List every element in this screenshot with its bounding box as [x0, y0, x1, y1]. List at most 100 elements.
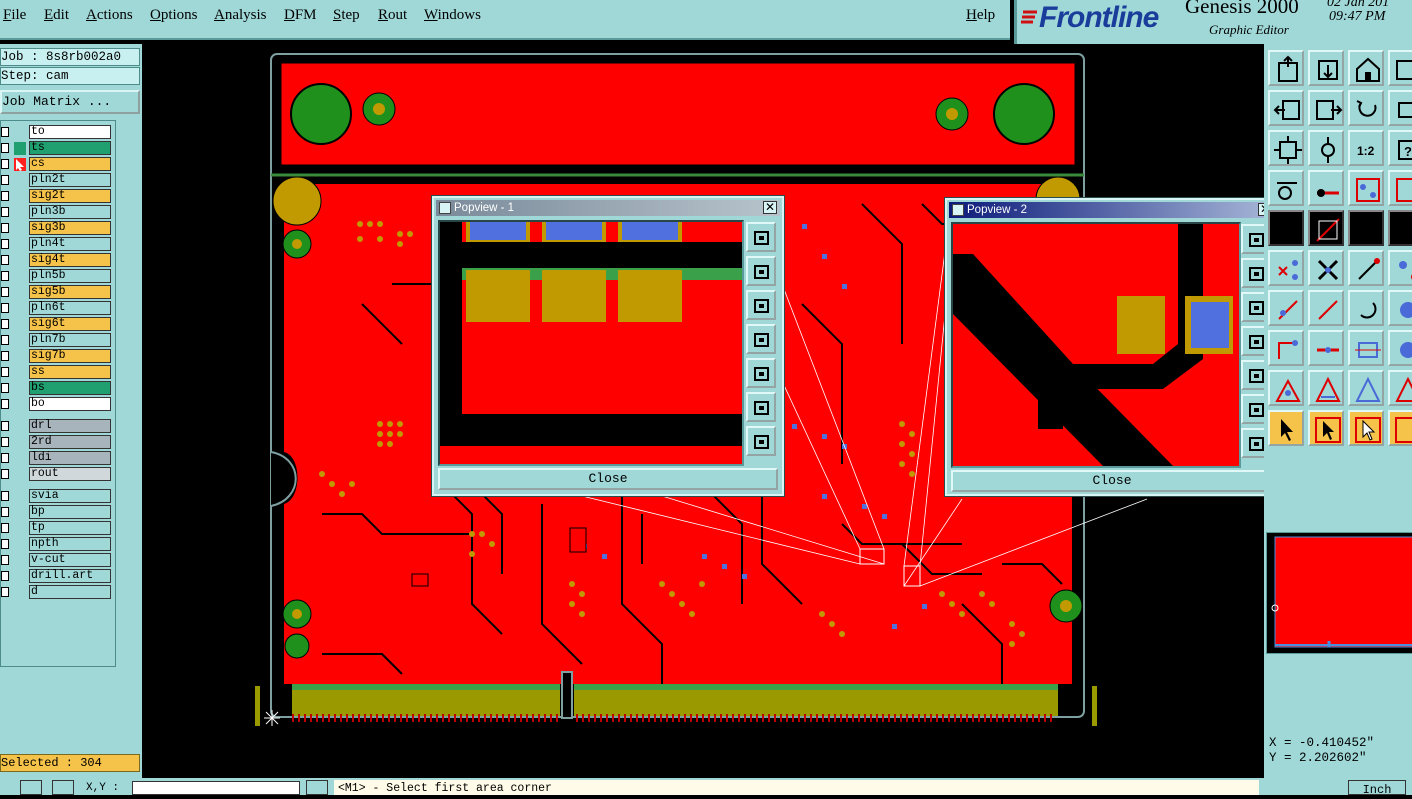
delete-icon[interactable]: [1308, 250, 1344, 286]
popview-2-view[interactable]: [951, 222, 1241, 468]
line-icon[interactable]: [1348, 250, 1384, 286]
popview-1-view[interactable]: [438, 220, 744, 466]
segment-icon[interactable]: [1308, 330, 1344, 366]
help-icon[interactable]: ?: [1388, 130, 1412, 166]
menu-help[interactable]: Help: [966, 7, 995, 24]
layer-name[interactable]: rout: [29, 467, 111, 481]
layer-checkbox[interactable]: [1, 587, 9, 597]
snap-icon[interactable]: [1268, 170, 1304, 206]
job-matrix-button[interactable]: Job Matrix ...: [0, 90, 140, 114]
layer-name[interactable]: sig6t: [29, 317, 111, 331]
trace-icon[interactable]: [1268, 290, 1304, 326]
select-icon[interactable]: [1268, 410, 1304, 446]
layer-checkbox[interactable]: [1, 207, 9, 217]
layer-checkbox[interactable]: [1, 507, 9, 517]
layer-checkbox[interactable]: [1, 351, 9, 361]
layer-name[interactable]: ts: [29, 141, 111, 155]
layer-name[interactable]: ss: [29, 365, 111, 379]
layer-row[interactable]: sig2t: [1, 189, 115, 204]
layer-name[interactable]: npth: [29, 537, 111, 551]
layer-name[interactable]: sig7b: [29, 349, 111, 363]
layer-name[interactable]: pln2t: [29, 173, 111, 187]
layer-checkbox[interactable]: [1, 539, 9, 549]
layer-row[interactable]: cs: [1, 157, 115, 172]
menu-options[interactable]: Options: [150, 7, 198, 24]
layer-name[interactable]: bs: [29, 381, 111, 395]
pad-icon[interactable]: [1388, 210, 1412, 246]
layer-name[interactable]: cs: [29, 157, 111, 171]
layer-checkbox[interactable]: [1, 523, 9, 533]
check-icon[interactable]: [20, 780, 42, 795]
layer-name[interactable]: d: [29, 585, 111, 599]
menu-actions[interactable]: Actions: [86, 7, 133, 24]
layer-checkbox[interactable]: [1, 271, 9, 281]
layer-name[interactable]: sig5b: [29, 285, 111, 299]
layer-checkbox[interactable]: [1, 287, 9, 297]
menu-dfm[interactable]: DFM: [284, 7, 317, 24]
layer-row[interactable]: drl: [1, 419, 115, 434]
triangle-icon[interactable]: [1348, 370, 1384, 406]
layer-checkbox[interactable]: [1, 367, 9, 377]
layer-checkbox[interactable]: [1, 303, 9, 313]
cross-icon[interactable]: [1268, 250, 1304, 286]
layer-checkbox[interactable]: [1, 255, 9, 265]
layer-checkbox[interactable]: [1, 335, 9, 345]
layer-row[interactable]: sig5b: [1, 285, 115, 300]
pan-right-icon[interactable]: [1308, 90, 1344, 126]
select-outline-icon[interactable]: [1348, 410, 1384, 446]
save-job-icon[interactable]: [1308, 50, 1344, 86]
layer-name[interactable]: svia: [29, 489, 111, 503]
layer-row[interactable]: rout: [1, 467, 115, 482]
undo-icon[interactable]: [1348, 90, 1384, 126]
close-icon[interactable]: ✕: [763, 201, 777, 214]
layer-row[interactable]: pln2t: [1, 173, 115, 188]
popview-2-titlebar[interactable]: Popview - 2 ✕: [949, 202, 1275, 218]
layer-row[interactable]: bo: [1, 397, 115, 412]
layer-name[interactable]: drl: [29, 419, 111, 433]
layer-row[interactable]: sig4t: [1, 253, 115, 268]
layer-row[interactable]: pln6t: [1, 301, 115, 316]
layer-checkbox[interactable]: [1, 421, 9, 431]
layer-name[interactable]: pln7b: [29, 333, 111, 347]
layer-checkbox[interactable]: [1, 143, 9, 153]
zoom-fit-icon[interactable]: [1268, 130, 1304, 166]
popview-2-close-button[interactable]: Close: [951, 470, 1273, 492]
layer-name[interactable]: bp: [29, 505, 111, 519]
zoom-out-icon[interactable]: [746, 426, 776, 456]
layer-checkbox[interactable]: [1, 159, 9, 169]
layer-row[interactable]: pln4t: [1, 237, 115, 252]
layer-name[interactable]: bo: [29, 397, 111, 411]
layer-checkbox[interactable]: [1, 437, 9, 447]
units-button[interactable]: Inch: [1348, 780, 1406, 797]
arc-icon[interactable]: [1348, 290, 1384, 326]
layer-name[interactable]: sig4t: [29, 253, 111, 267]
menu-step[interactable]: Step: [333, 7, 360, 24]
layer-row[interactable]: sig3b: [1, 221, 115, 236]
home-icon[interactable]: [1348, 50, 1384, 86]
active-layer-arrow-icon[interactable]: [14, 158, 26, 171]
layer-name[interactable]: drill.art: [29, 569, 111, 583]
window-menu-icon[interactable]: [952, 204, 964, 216]
xy-input[interactable]: [132, 781, 300, 795]
layer-checkbox[interactable]: [1, 491, 9, 501]
layer-name[interactable]: pln5b: [29, 269, 111, 283]
layer-name[interactable]: pln4t: [29, 237, 111, 251]
layer-checkbox[interactable]: [1, 383, 9, 393]
layer-name[interactable]: v-cut: [29, 553, 111, 567]
box-icon[interactable]: [1348, 330, 1384, 366]
net-icon[interactable]: [1348, 170, 1384, 206]
layer-checkbox[interactable]: [1, 127, 9, 137]
via-icon[interactable]: [1388, 330, 1412, 366]
pointer-icon[interactable]: [306, 780, 328, 795]
layer-name[interactable]: 2rd: [29, 435, 111, 449]
layer-name[interactable]: pln6t: [29, 301, 111, 315]
menu-windows[interactable]: Windows: [424, 7, 481, 24]
layer-row[interactable]: pln7b: [1, 333, 115, 348]
layer-row[interactable]: 2rd: [1, 435, 115, 450]
layer-row[interactable]: svia: [1, 489, 115, 504]
route-icon[interactable]: [1308, 170, 1344, 206]
layer-row[interactable]: bs: [1, 381, 115, 396]
layer-name[interactable]: sig2t: [29, 189, 111, 203]
draw-icon[interactable]: [1308, 210, 1344, 246]
layer-row[interactable]: sig6t: [1, 317, 115, 332]
